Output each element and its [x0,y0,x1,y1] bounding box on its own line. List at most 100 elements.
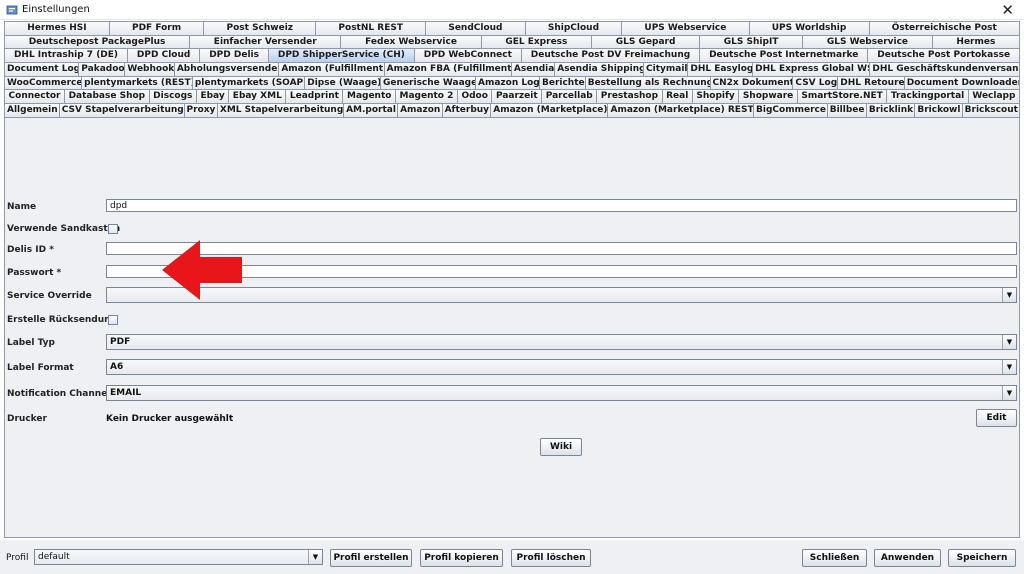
tab-xml-stapelverarbeitung[interactable]: XML Stapelverarbeitung [216,103,344,117]
tab-deutsche-post-portokasse[interactable]: Deutsche Post Portokasse [867,48,1020,63]
save-button[interactable]: Speichern [948,549,1016,567]
tab-dhl-intraship-7-de[interactable]: DHL Intraship 7 (DE) [4,48,127,63]
tab-dpd-webconnect[interactable]: DPD WebConnect [413,48,521,63]
tab-magento[interactable]: Magento [342,89,395,104]
tab-brickowl[interactable]: Brickowl [914,103,962,117]
tab-document-downloader[interactable]: Document Downloader [903,75,1020,90]
tab-leadprint[interactable]: Leadprint [285,89,343,104]
tab-dhl-express-global-ws[interactable]: DHL Express Global WS [752,62,870,76]
tab-database-shop[interactable]: Database Shop [64,89,149,104]
tab-hermes-hsi[interactable]: Hermes HSI [4,21,109,35]
delis-id-field[interactable] [106,242,1017,255]
tab-prestashop[interactable]: Prestashop [596,89,662,104]
tab-deutschepost-packageplus[interactable]: Deutschepost PackagePlus [4,34,190,49]
tab-post-schweiz[interactable]: Post Schweiz [203,21,316,35]
tab-citymail[interactable]: Citymail [643,62,688,76]
tab-gls-gepard[interactable]: GLS Gepard [591,34,700,49]
chevron-down-icon[interactable]: ▼ [1002,360,1016,374]
edit-printer-button[interactable]: Edit [976,409,1017,427]
tab-asendia[interactable]: Asendia [510,62,555,76]
tab-am-portal[interactable]: AM.portal [343,103,398,117]
tab-real[interactable]: Real [661,89,692,104]
tab-amazon-fulfillment[interactable]: Amazon (Fulfillment) [278,62,384,76]
tab-hermes[interactable]: Hermes [931,34,1021,49]
tab-bricklink[interactable]: Bricklink [865,103,915,117]
tab-dhl-geschäftskundenversand[interactable]: DHL Geschäftskundenversand [869,62,1021,76]
tab-abholungsversender[interactable]: Abholungsversender [173,62,279,76]
tab-afterbuy[interactable]: Afterbuy [441,103,491,117]
tab-amazon-marketplace-rest[interactable]: Amazon (Marketplace) REST [607,103,754,117]
tab-discogs[interactable]: Discogs [148,89,196,104]
tab-trackingportal[interactable]: Trackingportal [886,89,968,104]
tab-dpd-delis[interactable]: DPD Delis [199,48,268,63]
close-icon[interactable]: ✕ [1001,1,1014,19]
tab-dhl-retoure[interactable]: DHL Retoure [837,75,904,90]
tab-brickscout[interactable]: Brickscout [961,103,1020,117]
create-profile-button[interactable]: Profil erstellen [330,549,412,567]
tab-dhl-easylog[interactable]: DHL Easylog [687,62,753,76]
tab-dipse-waage[interactable]: Dipse (Waage) [304,75,381,90]
tab-österreichische-post[interactable]: Österreichische Post [868,21,1020,35]
tab-gls-webservice[interactable]: GLS Webservice [802,34,932,49]
tab-sendcloud[interactable]: SendCloud [425,21,525,35]
tab-bigcommerce[interactable]: BigCommerce [753,103,827,117]
tab-paarzeit[interactable]: Paarzeit [491,89,542,104]
tab-csv-stapelverarbeitung[interactable]: CSV Stapelverarbeitung [58,103,184,117]
chevron-down-icon[interactable]: ▼ [308,550,322,564]
label-type-select[interactable]: PDF ▼ [106,334,1017,350]
tab-plentymarkets-rest[interactable]: plentymarkets (REST) [81,75,192,90]
tab-asendia-shipping[interactable]: Asendia Shipping [554,62,644,76]
name-field[interactable]: dpd [106,199,1017,212]
tab-gel-express[interactable]: GEL Express [480,34,592,49]
tab-odoo[interactable]: Odoo [456,89,492,104]
notification-select[interactable]: EMAIL ▼ [106,385,1017,401]
tab-shopify[interactable]: Shopify [691,89,739,104]
password-field[interactable] [106,265,1017,278]
tab-postnl-rest[interactable]: PostNL REST [315,21,426,35]
close-button[interactable]: Schließen [802,549,867,567]
tab-plentymarkets-soap[interactable]: plentymarkets (SOAP) [191,75,305,90]
service-override-select[interactable]: ▼ [106,287,1017,303]
tab-pdf-form[interactable]: PDF Form [108,21,204,35]
tab-connector[interactable]: Connector [4,89,65,104]
chevron-down-icon[interactable]: ▼ [1002,335,1016,349]
tab-berichte[interactable]: Berichte [538,75,585,90]
tab-bestellung-als-rechnung[interactable]: Bestellung als Rechnung [584,75,710,90]
tab-woocommerce[interactable]: WooCommerce [4,75,82,90]
tab-ups-webservice[interactable]: UPS Webservice [621,21,749,35]
apply-button[interactable]: Anwenden [874,549,941,567]
tab-amazon-marketplace[interactable]: Amazon (Marketplace) [490,103,608,117]
tab-ebay[interactable]: Ebay [195,89,229,104]
tab-proxy[interactable]: Proxy [183,103,217,117]
delete-profile-button[interactable]: Profil löschen [511,549,591,567]
tab-shipcloud[interactable]: ShipCloud [524,21,622,35]
sandbox-checkbox[interactable] [108,224,118,234]
profile-select[interactable]: default ▼ [34,549,323,565]
return-checkbox[interactable] [108,315,118,325]
tab-smartstore-net[interactable]: SmartStore.NET [796,89,887,104]
tab-ebay-xml[interactable]: Ebay XML [228,89,286,104]
tab-einfacher-versender[interactable]: Einfacher Versender [189,34,341,49]
tab-amazon-fba-fulfillment[interactable]: Amazon FBA (Fulfillment) [383,62,511,76]
chevron-down-icon[interactable]: ▼ [1002,386,1016,400]
tab-parcellab[interactable]: Parcellab [541,89,597,104]
label-format-select[interactable]: A6 ▼ [106,359,1017,375]
tab-fedex-webservice[interactable]: Fedex Webservice [340,34,481,49]
tab-magento-2[interactable]: Magento 2 [394,89,457,104]
tab-generische-waage[interactable]: Generische Waage [380,75,475,90]
copy-profile-button[interactable]: Profil kopieren [420,549,503,567]
tab-billbee[interactable]: Billbee [826,103,866,117]
tab-deutsche-post-internetmarke[interactable]: Deutsche Post Internetmarke [699,48,868,63]
tab-shopware[interactable]: Shopware [738,89,797,104]
tab-csv-log[interactable]: CSV Log [792,75,838,90]
tab-gls-shipit[interactable]: GLS ShipIT [699,34,803,49]
tab-pakadoo[interactable]: Pakadoo [78,62,125,76]
tab-amazon[interactable]: Amazon [397,103,442,117]
tab-dpd-cloud[interactable]: DPD Cloud [126,48,200,63]
tab-weclapp[interactable]: Weclapp [967,89,1020,104]
wiki-button[interactable]: Wiki [540,438,582,456]
tab-amazon-log[interactable]: Amazon Log [475,75,539,90]
tab-dpd-shipperservice-ch[interactable]: DPD ShipperService (CH) [267,48,414,63]
tab-deutsche-post-dv-freimachung[interactable]: Deutsche Post DV Freimachung [520,48,700,63]
tab-webhook[interactable]: Webhook [124,62,174,76]
